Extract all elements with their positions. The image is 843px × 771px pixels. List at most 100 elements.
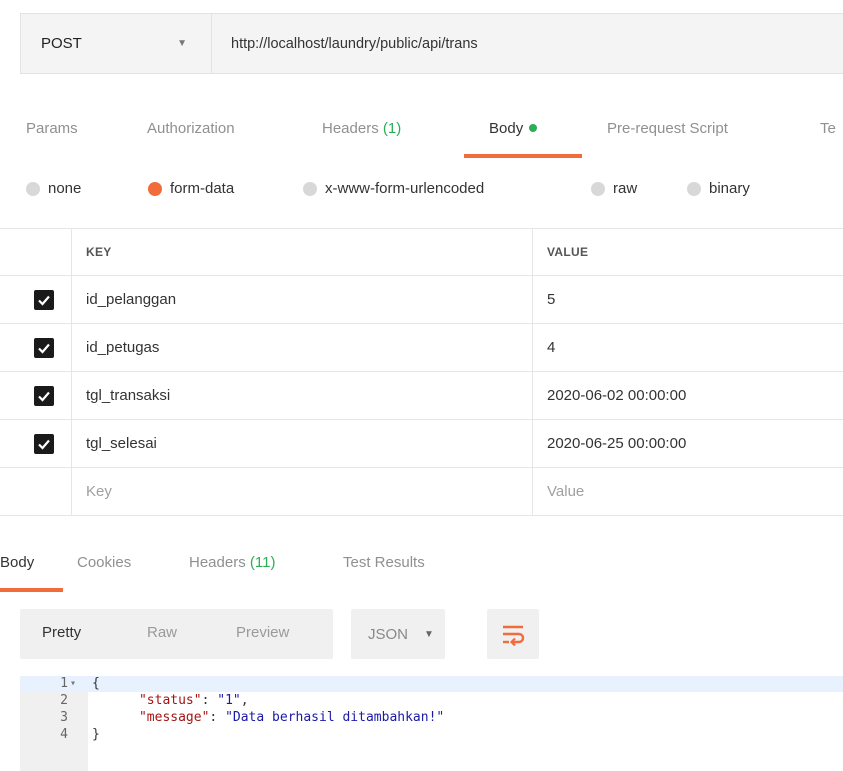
mode-raw[interactable]: Raw xyxy=(147,624,177,641)
tab-label: Params xyxy=(26,120,78,137)
url-input[interactable]: http://localhost/laundry/public/api/tran… xyxy=(212,14,843,73)
radio-label: x-www-form-urlencoded xyxy=(325,180,485,197)
json-value: "1" xyxy=(217,693,241,708)
value-column-header: VALUE xyxy=(547,245,589,259)
tab-authorization[interactable]: Authorization xyxy=(147,120,235,137)
radio-circle xyxy=(303,181,317,196)
tab-body[interactable]: Body xyxy=(489,120,538,137)
response-active-tab-indicator xyxy=(0,588,63,592)
radio-label: form-data xyxy=(170,180,235,197)
code-text: { xyxy=(92,676,100,691)
radio-none[interactable]: none xyxy=(26,180,81,197)
check-icon xyxy=(38,439,50,450)
code-line: 4 } xyxy=(20,727,843,743)
json-key: "status" xyxy=(138,693,202,708)
key-column-header: KEY xyxy=(72,229,533,275)
table-row: tgl_selesai 2020-06-25 00:00:00 xyxy=(0,420,843,468)
tab-label: Headers xyxy=(322,120,379,137)
radio-raw[interactable]: raw xyxy=(591,180,637,197)
radio-label: none xyxy=(48,180,82,197)
tab-label: Headers xyxy=(189,554,246,571)
json-key: "message" xyxy=(138,710,210,725)
row-checkbox[interactable] xyxy=(34,386,54,406)
row-checkbox-cell xyxy=(0,372,72,419)
chevron-down-icon: ▼ xyxy=(424,628,434,640)
mode-preview[interactable]: Preview xyxy=(236,624,289,641)
key-cell[interactable]: tgl_transaksi xyxy=(72,372,533,419)
tab-label: Body xyxy=(0,554,35,571)
row-checkbox[interactable] xyxy=(34,338,54,358)
tab-label: Cookies xyxy=(77,554,132,571)
response-tab-headers[interactable]: Headers (11) xyxy=(189,554,275,571)
format-select[interactable]: JSON ▼ xyxy=(351,609,445,659)
table-header-row: KEY VALUE xyxy=(0,228,843,276)
row-checkbox[interactable] xyxy=(34,434,54,454)
table-row: id_pelanggan 5 xyxy=(0,276,843,324)
tab-label: Pre-request Script xyxy=(607,120,728,137)
active-tab-indicator xyxy=(464,154,582,158)
wrap-lines-button[interactable] xyxy=(487,609,539,659)
row-checkbox-cell xyxy=(0,276,72,323)
row-checkbox-cell xyxy=(0,420,72,467)
url-box: POST ▼ http://localhost/laundry/public/a… xyxy=(20,13,843,74)
fold-toggle-icon[interactable]: ▾ xyxy=(70,676,76,692)
radio-label: raw xyxy=(613,180,638,197)
code-text: } xyxy=(92,727,100,742)
tab-label: Body xyxy=(489,120,524,137)
key-cell[interactable]: id_pelanggan xyxy=(72,276,533,323)
key-cell[interactable]: tgl_selesai xyxy=(72,420,533,467)
new-value-input[interactable]: Value xyxy=(533,468,843,515)
radio-label: binary xyxy=(709,180,750,197)
body-indicator-dot xyxy=(529,124,538,133)
key-cell[interactable]: id_petugas xyxy=(72,324,533,371)
method-label: POST xyxy=(41,35,82,52)
format-label: JSON xyxy=(368,625,409,643)
radio-circle xyxy=(687,181,701,196)
value-cell[interactable]: 2020-06-02 00:00:00 xyxy=(533,372,843,419)
radio-circle xyxy=(148,181,162,196)
response-headers-count: (11) xyxy=(249,554,276,571)
response-tab-test-results[interactable]: Test Results xyxy=(343,554,425,571)
value-cell[interactable]: 5 xyxy=(533,276,843,323)
method-select[interactable]: POST ▼ xyxy=(21,14,212,73)
tab-label: Te xyxy=(820,120,836,137)
request-tabs: Params Authorization Headers (1) Body Pr… xyxy=(0,108,843,158)
json-value: "Data berhasil ditambahkan!" xyxy=(225,710,445,725)
line-number: 1 xyxy=(60,676,68,691)
line-number: 2 xyxy=(60,693,68,708)
wrap-lines-icon xyxy=(503,625,525,646)
response-body-editor[interactable]: 1 ▾ { 2 "status": "1", 3 "message": "Dat… xyxy=(20,676,843,771)
value-cell[interactable]: 4 xyxy=(533,324,843,371)
new-key-input[interactable]: Key xyxy=(72,468,533,515)
tab-tests[interactable]: Te xyxy=(820,120,836,137)
response-toolbar: Pretty Raw Preview JSON ▼ xyxy=(20,609,550,659)
code-line: 3 "message": "Data berhasil ditambahkan!… xyxy=(20,710,843,726)
radio-x-www-form-urlencoded[interactable]: x-www-form-urlencoded xyxy=(303,180,484,197)
line-number: 3 xyxy=(60,710,68,725)
code-line: 1 ▾ { xyxy=(20,676,843,692)
response-tab-cookies[interactable]: Cookies xyxy=(77,554,131,571)
tab-headers[interactable]: Headers (1) xyxy=(322,120,401,137)
response-tab-body[interactable]: Body xyxy=(0,554,34,571)
tab-label: Authorization xyxy=(147,120,235,137)
chevron-down-icon: ▼ xyxy=(177,38,187,49)
code-line: 2 "status": "1", xyxy=(20,693,843,709)
json-separator: , xyxy=(240,693,249,708)
mode-pretty[interactable]: Pretty xyxy=(42,624,81,641)
code-text: "status": "1", xyxy=(138,693,249,708)
row-checkbox[interactable] xyxy=(34,290,54,310)
radio-binary[interactable]: binary xyxy=(687,180,750,197)
checkbox-column-header xyxy=(0,229,72,275)
radio-form-data[interactable]: form-data xyxy=(148,180,234,197)
view-mode-group: Pretty Raw Preview xyxy=(20,609,333,659)
tab-params[interactable]: Params xyxy=(26,120,78,137)
radio-circle xyxy=(591,181,605,196)
tab-pre-request-script[interactable]: Pre-request Script xyxy=(607,120,728,137)
code-text: "message": "Data berhasil ditambahkan!" xyxy=(138,710,445,725)
response-tabs: Body Cookies Headers (11) Test Results xyxy=(0,546,843,590)
form-data-table: KEY VALUE id_pelanggan 5 id_petugas 4 tg… xyxy=(0,228,843,516)
row-checkbox-cell xyxy=(0,468,72,515)
value-cell[interactable]: 2020-06-25 00:00:00 xyxy=(533,420,843,467)
radio-circle xyxy=(26,181,40,196)
check-icon xyxy=(38,343,50,354)
